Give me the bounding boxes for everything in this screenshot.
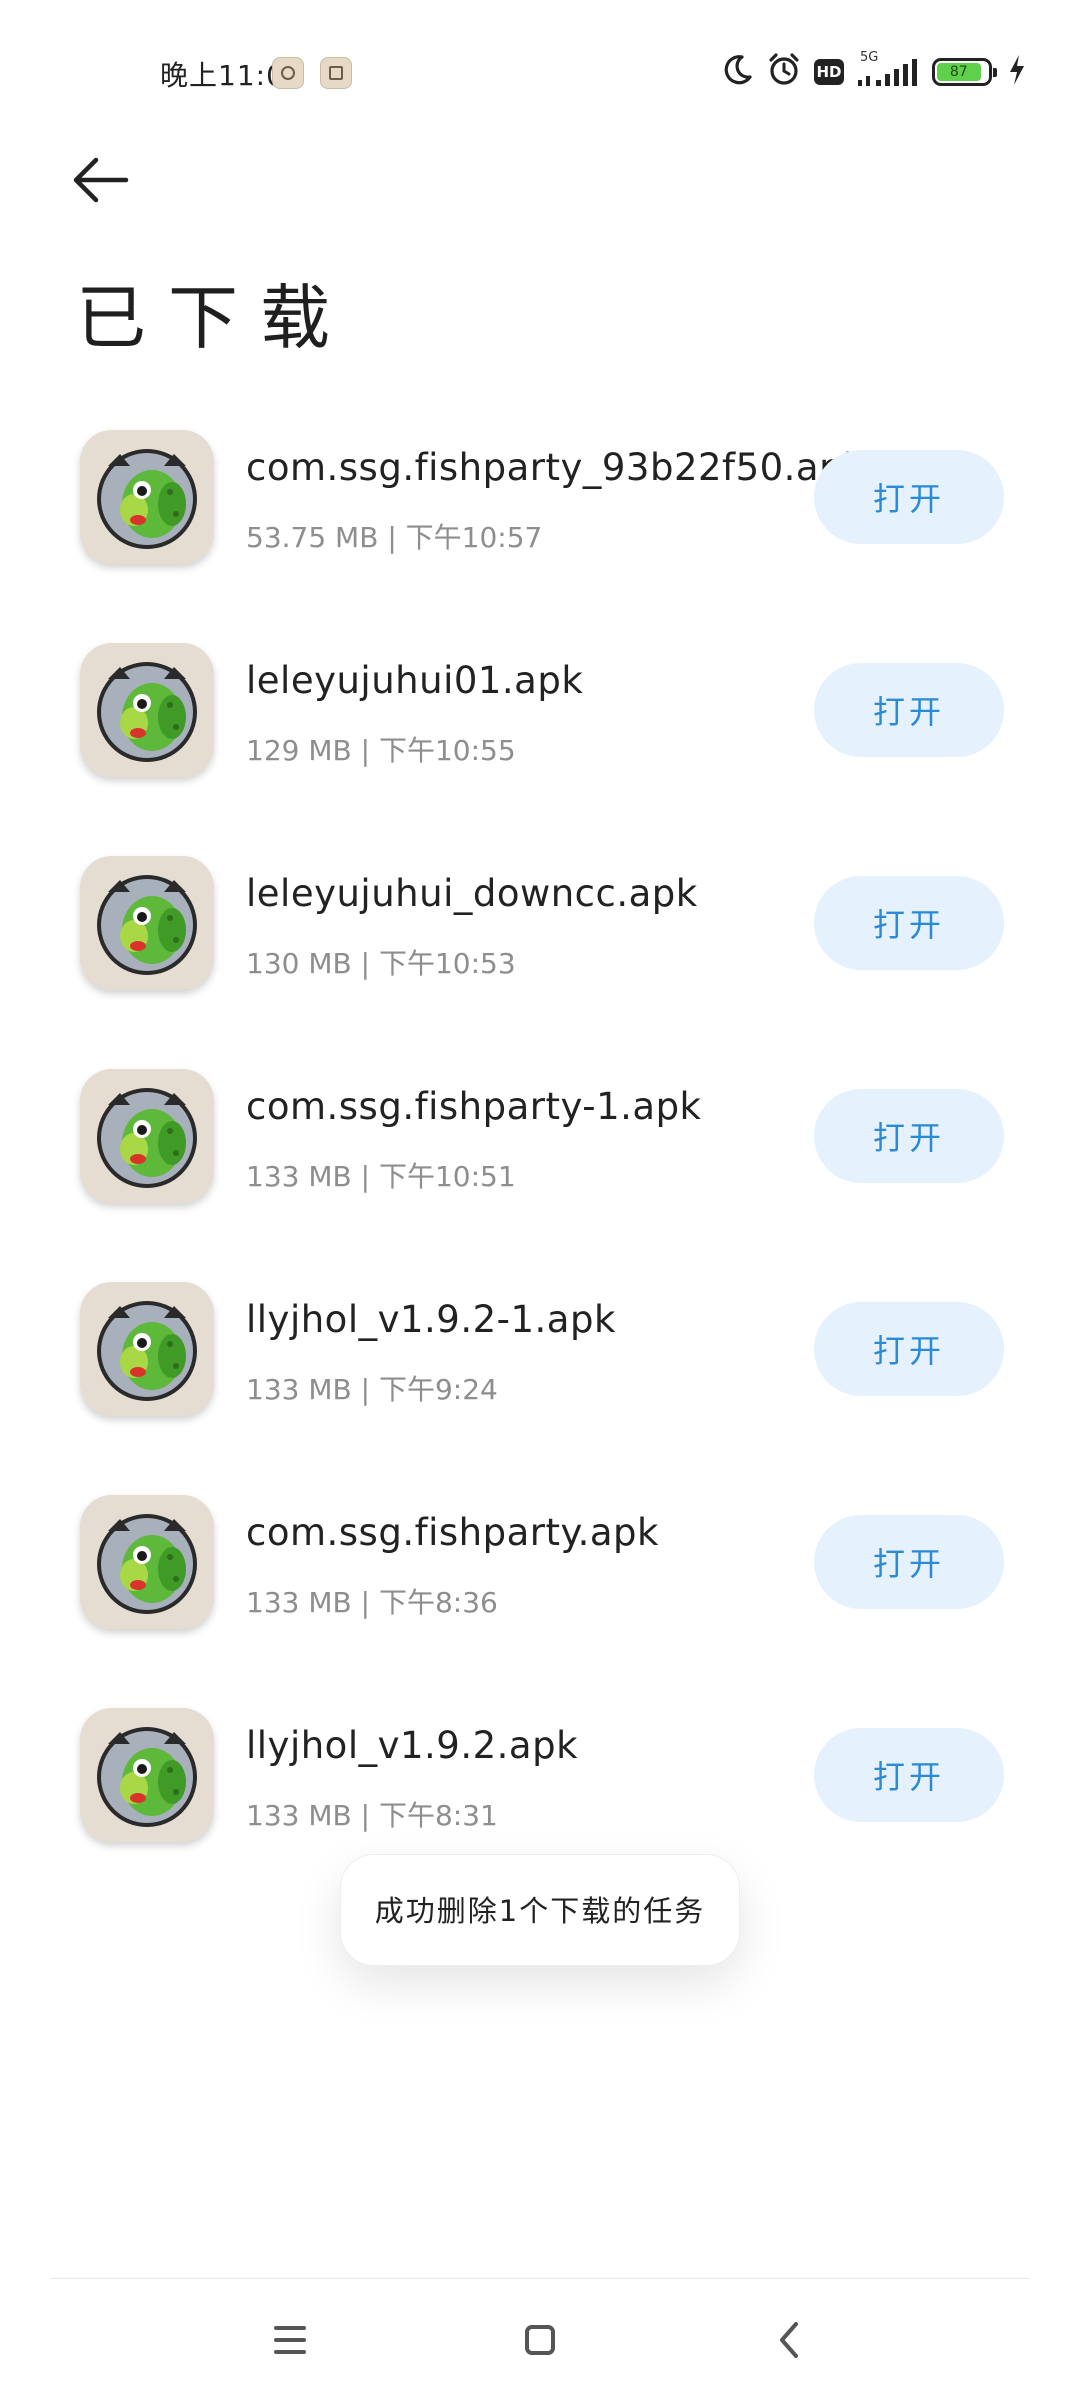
fish-app-icon — [80, 430, 214, 564]
fish-app-icon — [80, 1495, 214, 1629]
file-name: com.ssg.fishparty-1.apk — [246, 1085, 702, 1128]
home-button[interactable] — [490, 2300, 590, 2380]
status-icons: HD 5G 87 — [720, 50, 1026, 92]
alarm-icon — [766, 52, 802, 92]
file-name: leleyujuhui_downcc.apk — [246, 872, 698, 915]
file-meta: 53.75 MB | 下午10:57 — [246, 521, 543, 554]
signal-icon: 5G — [856, 50, 920, 90]
fish-app-icon — [80, 1708, 214, 1842]
download-list: com.ssg.fishparty_93b22f50.apk 53.75 MB … — [0, 428, 1080, 1919]
back-arrow-icon — [73, 157, 129, 203]
download-item[interactable]: com.ssg.fishparty.apk 133 MB | 下午8:36 打开 — [0, 1493, 1080, 1706]
battery-level: 87 — [937, 63, 981, 81]
file-meta: 133 MB | 下午9:24 — [246, 1373, 498, 1406]
open-button[interactable]: 打开 — [814, 1515, 1004, 1609]
fish-app-icon — [80, 1282, 214, 1416]
status-bar: 晚上11:02 HD 5G 87 — [0, 0, 1080, 140]
file-meta: 133 MB | 下午8:31 — [246, 1799, 498, 1832]
download-item[interactable]: com.ssg.fishparty_93b22f50.apk 53.75 MB … — [0, 428, 1080, 641]
open-button[interactable]: 打开 — [814, 663, 1004, 757]
download-item[interactable]: com.ssg.fishparty-1.apk 133 MB | 下午10:51… — [0, 1067, 1080, 1280]
charging-icon — [1008, 54, 1026, 90]
file-name: llyjhol_v1.9.2-1.apk — [246, 1298, 616, 1341]
open-button[interactable]: 打开 — [814, 1089, 1004, 1183]
fish-app-icon — [80, 856, 214, 990]
back-icon — [780, 2322, 798, 2358]
fish-app-icon — [80, 1069, 214, 1203]
page-title: 已下载 — [76, 277, 352, 359]
battery-icon: 87 — [932, 58, 997, 86]
notification-app-icon — [272, 57, 304, 89]
file-meta: 129 MB | 下午10:55 — [246, 734, 516, 767]
file-name: com.ssg.fishparty.apk — [246, 1511, 659, 1554]
fish-app-icon — [80, 643, 214, 777]
download-item[interactable]: llyjhol_v1.9.2-1.apk 133 MB | 下午9:24 打开 — [0, 1280, 1080, 1493]
nav-divider — [50, 2278, 1030, 2279]
open-button[interactable]: 打开 — [814, 876, 1004, 970]
moon-icon — [720, 53, 754, 91]
system-back-button[interactable] — [740, 2300, 840, 2380]
menu-icon — [274, 2326, 306, 2354]
file-meta: 130 MB | 下午10:53 — [246, 947, 516, 980]
open-button[interactable]: 打开 — [814, 1728, 1004, 1822]
file-meta: 133 MB | 下午10:51 — [246, 1160, 516, 1193]
open-button[interactable]: 打开 — [814, 450, 1004, 544]
notification-app-icon — [320, 57, 352, 89]
menu-button[interactable] — [240, 2300, 340, 2380]
hd-icon: HD — [814, 59, 844, 85]
home-icon — [525, 2325, 555, 2355]
toast-message: 成功删除1个下载的任务 — [340, 1854, 740, 1966]
back-button[interactable] — [62, 140, 142, 220]
file-name: leleyujuhui01.apk — [246, 659, 584, 702]
file-name: com.ssg.fishparty_93b22f50.apk — [246, 446, 865, 489]
download-item[interactable]: leleyujuhui01.apk 129 MB | 下午10:55 打开 — [0, 641, 1080, 854]
open-button[interactable]: 打开 — [814, 1302, 1004, 1396]
file-meta: 133 MB | 下午8:36 — [246, 1586, 498, 1619]
download-item[interactable]: leleyujuhui_downcc.apk 130 MB | 下午10:53 … — [0, 854, 1080, 1067]
file-name: llyjhol_v1.9.2.apk — [246, 1724, 578, 1767]
